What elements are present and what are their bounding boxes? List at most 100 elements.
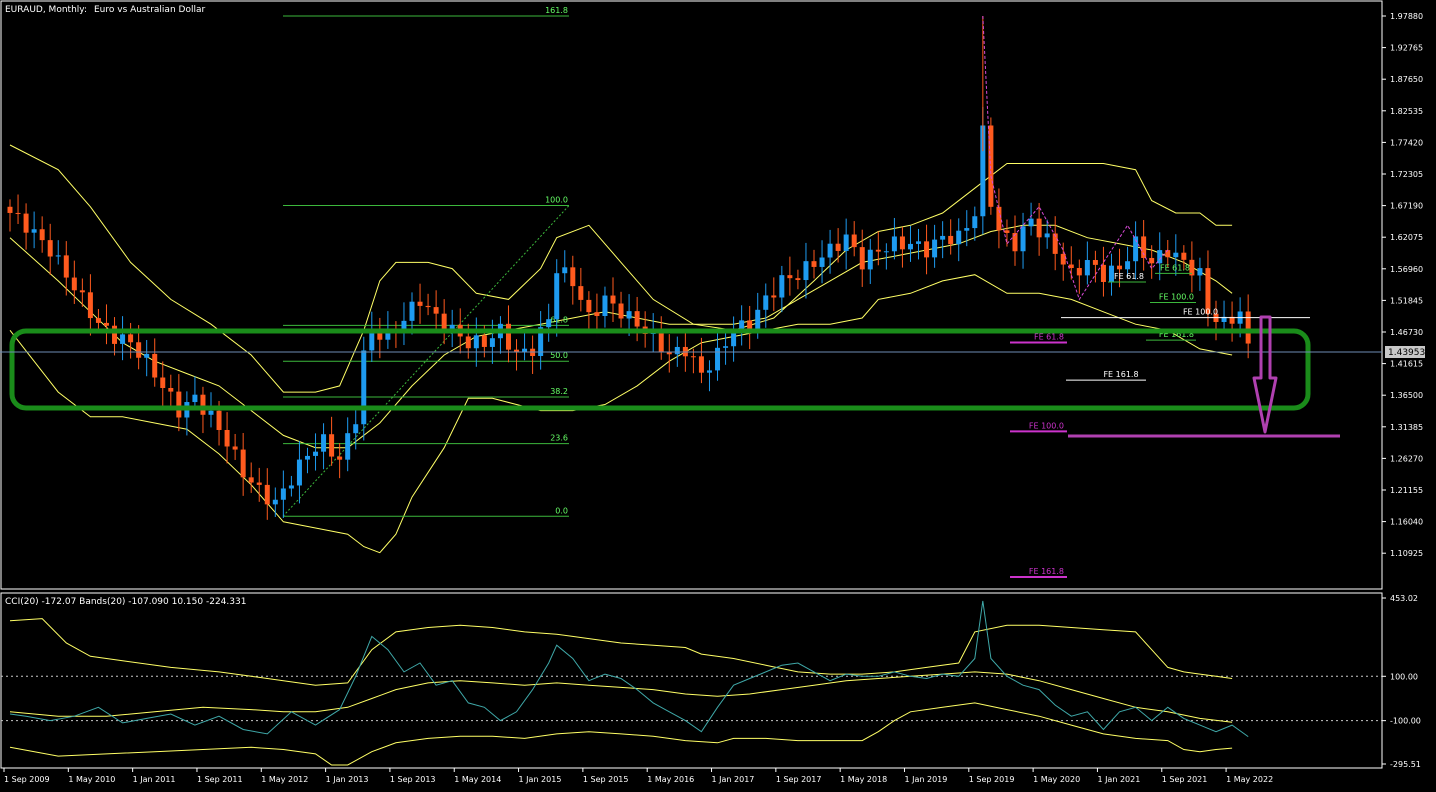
candle-body (1149, 257, 1155, 264)
candle-body (1036, 218, 1042, 238)
cci-tick-label: -100.00 (1390, 717, 1421, 726)
candle-body (787, 275, 793, 279)
price-tick-label: 1.36500 (1390, 391, 1423, 400)
time-tick-label: 1 Sep 2011 (197, 775, 243, 784)
candle-body (1004, 230, 1010, 233)
candle-body (337, 456, 343, 460)
price-tick-label: 1.21155 (1390, 486, 1423, 495)
fib-level-label: 0.0 (555, 506, 568, 515)
price-tick-label: 1.92765 (1390, 44, 1423, 53)
candle-body (417, 301, 423, 306)
candle-body (425, 305, 431, 308)
price-tick-label: 1.56960 (1390, 265, 1423, 274)
candle-body (200, 394, 206, 415)
candle-body (103, 322, 109, 326)
fe-magenta-label: FE 161.8 (1029, 567, 1064, 576)
candle-body (321, 434, 327, 452)
candle-body (1060, 253, 1066, 265)
candle-body (160, 377, 166, 388)
candle-body (192, 394, 198, 403)
candle-body (489, 338, 495, 347)
candle-body (803, 261, 809, 281)
candle-body (120, 334, 126, 344)
candle-body (361, 350, 367, 425)
price-tick-label: 1.87650 (1390, 75, 1423, 84)
candle-body (216, 410, 222, 430)
candle-body (779, 275, 785, 298)
candle-body (618, 303, 624, 319)
candle-body (554, 273, 560, 320)
candle-body (433, 307, 439, 314)
candle-body (128, 334, 134, 343)
time-tick-label: 1 May 2020 (1033, 775, 1080, 784)
candle-body (296, 459, 302, 486)
cci-tick-label: 453.02 (1390, 594, 1418, 603)
candle-body (55, 255, 61, 257)
fe-magenta-label: FE 61.8 (1034, 332, 1064, 341)
candle-body (626, 311, 632, 319)
candle-body (1076, 268, 1082, 276)
candle-body (562, 267, 568, 274)
candle-body (329, 434, 335, 457)
candle-body (1100, 264, 1106, 282)
candle-body (7, 206, 13, 213)
candle-body (811, 261, 817, 267)
candle-body (47, 240, 53, 257)
candle-body (1092, 260, 1098, 265)
candle-body (288, 485, 294, 489)
fe-small-label: FE 61.8 (1114, 272, 1144, 281)
time-tick-label: 1 May 2018 (840, 775, 887, 784)
fib-level-label: 161.8 (545, 6, 568, 15)
candle-body (819, 257, 825, 267)
fe-small-label: FE 100.0 (1159, 292, 1194, 301)
candle-body (1084, 260, 1090, 276)
time-tick-label: 1 Sep 2021 (1162, 775, 1208, 784)
candle-body (883, 251, 889, 253)
time-tick-label: 1 May 2012 (261, 775, 308, 784)
fe-white-label: FE 161.8 (1103, 370, 1138, 379)
candle-body (715, 347, 721, 371)
candle-body (15, 212, 21, 214)
candle-body (940, 235, 946, 240)
candle-body (136, 342, 142, 358)
candle-body (956, 230, 962, 245)
time-tick-label: 1 Sep 2015 (583, 775, 629, 784)
candle-body (795, 278, 801, 281)
time-tick-label: 1 May 2014 (454, 775, 501, 784)
candle-body (248, 477, 254, 483)
candle-body (932, 239, 938, 258)
candle-body (1245, 311, 1251, 344)
candle-body (1197, 268, 1203, 276)
price-tick-label: 1.51845 (1390, 296, 1423, 305)
time-tick-label: 1 Jan 2011 (133, 775, 176, 784)
time-tick-label: 1 Jan 2019 (904, 775, 947, 784)
time-tick-label: 1 May 2010 (68, 775, 115, 784)
fe-magenta-label: FE 100.0 (1029, 421, 1064, 430)
candle-body (570, 267, 576, 287)
candle-body (586, 299, 592, 313)
candle-body (827, 243, 833, 258)
price-tick-label: 1.77420 (1390, 138, 1423, 147)
price-chart[interactable]: 161.8100.061.850.038.223.60.0 FE 61.8FE … (0, 0, 1436, 792)
candle-body (859, 247, 865, 270)
candle-body (23, 213, 29, 233)
candle-body (594, 312, 600, 317)
candle-body (964, 228, 970, 231)
candle-body (353, 424, 359, 434)
fib-level-label: 100.0 (545, 196, 568, 205)
time-tick-label: 1 Sep 2013 (390, 775, 436, 784)
candle-body (1165, 250, 1171, 258)
candle-body (240, 449, 246, 478)
candle-body (87, 292, 93, 319)
chart-description: Euro vs Australian Dollar (94, 5, 205, 15)
candle-body (907, 243, 913, 250)
candle-body (71, 277, 77, 291)
price-tick-label: 1.31385 (1390, 423, 1423, 432)
candle-body (1181, 252, 1187, 260)
candle-body (1028, 218, 1034, 227)
candle-body (256, 482, 262, 485)
price-tick-label: 1.82535 (1390, 107, 1423, 116)
time-tick-label: 1 Sep 2017 (776, 775, 822, 784)
candle-body (674, 346, 680, 355)
price-tick-label: 1.97880 (1390, 12, 1423, 21)
